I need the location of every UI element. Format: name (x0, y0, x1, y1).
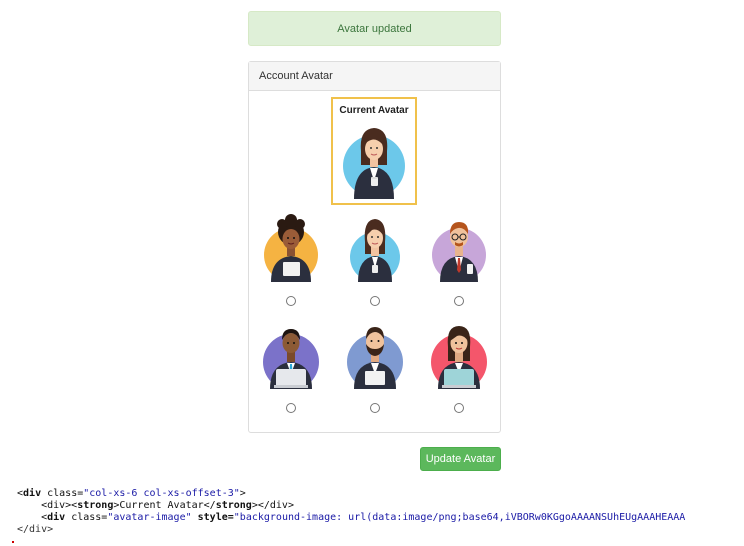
code-line-3: <div class="avatar-image" style="backgro… (17, 512, 686, 523)
avatar-man-beard-image (347, 327, 403, 389)
avatar-option-5[interactable] (345, 319, 405, 413)
avatar-radio-5[interactable] (370, 403, 380, 413)
avatar-radio-4[interactable] (286, 403, 296, 413)
account-avatar-panel: Account Avatar Current Avatar (248, 61, 501, 433)
avatar-option-3[interactable] (429, 212, 489, 306)
avatar-woman-brown-hair-image (350, 219, 400, 282)
current-avatar-box: Current Avatar (331, 97, 417, 205)
avatar-option-6[interactable] (429, 319, 489, 413)
avatar-woman-laptop-image (431, 326, 487, 389)
code-line-1: <div class="col-xs-6 col-xs-offset-3"> (17, 488, 246, 499)
success-alert: Avatar updated (248, 11, 501, 46)
avatar-woman-curly-hair-image (264, 214, 318, 282)
current-avatar-image (343, 128, 405, 199)
avatar-option-1[interactable] (261, 212, 321, 306)
code-line-4: </div> (17, 524, 54, 535)
update-avatar-button[interactable]: Update Avatar (420, 447, 501, 471)
avatar-man-glasses-image (432, 222, 486, 282)
current-avatar-title: Current Avatar (339, 105, 409, 116)
alert-text: Avatar updated (337, 22, 412, 35)
avatar-radio-2[interactable] (370, 296, 380, 306)
avatar-option-4[interactable] (261, 319, 321, 413)
cursor-marker (12, 541, 14, 543)
panel-heading: Account Avatar (249, 62, 500, 91)
avatar-radio-3[interactable] (454, 296, 464, 306)
code-line-2: <div><strong>Current Avatar</strong></di… (17, 500, 294, 511)
code-snippet: <div class="col-xs-6 col-xs-offset-3"> <… (17, 488, 744, 546)
avatar-option-2[interactable] (345, 212, 405, 306)
avatar-radio-6[interactable] (454, 403, 464, 413)
avatar-man-laptop-image (263, 329, 319, 389)
avatar-radio-1[interactable] (286, 296, 296, 306)
